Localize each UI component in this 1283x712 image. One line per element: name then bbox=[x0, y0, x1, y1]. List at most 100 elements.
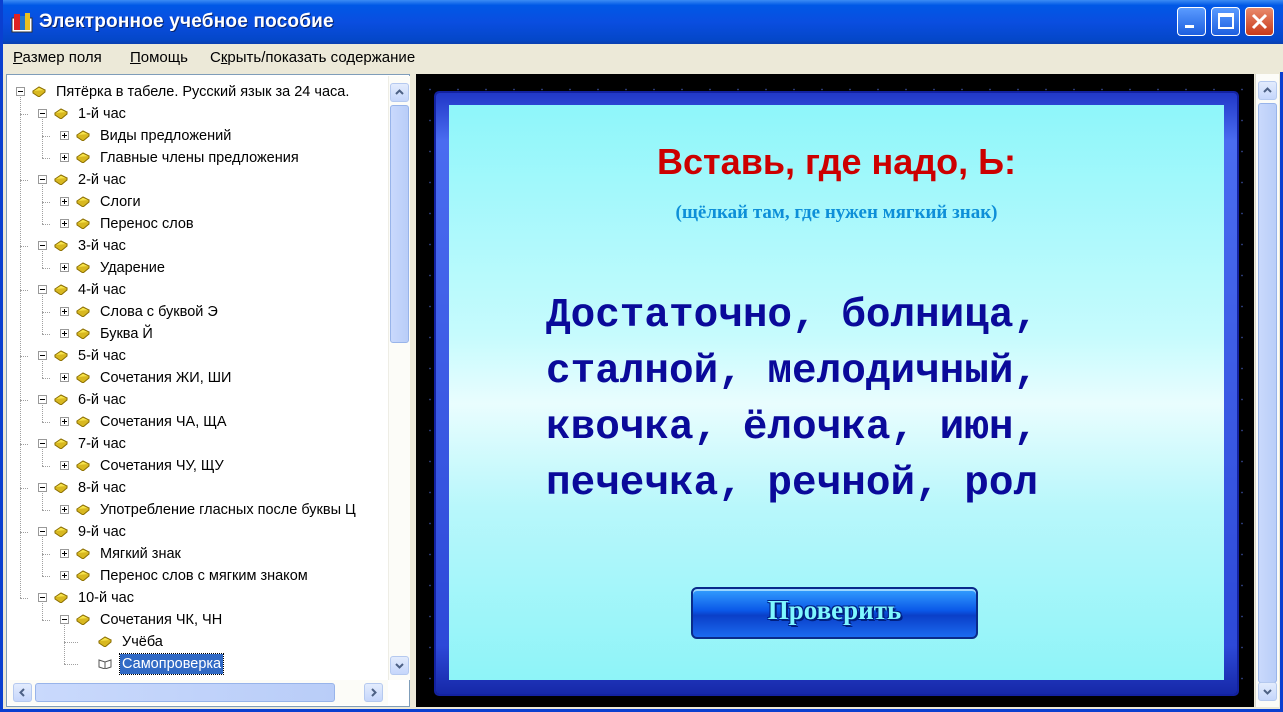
tree-connector bbox=[20, 532, 28, 533]
tree-connector bbox=[20, 488, 28, 489]
tree-horizontal-scrollbar[interactable] bbox=[8, 680, 388, 705]
expand-icon[interactable] bbox=[60, 263, 69, 272]
tree-scroll-left-button[interactable] bbox=[13, 683, 32, 702]
exercise-line[interactable]: печечка, речной, рол bbox=[546, 456, 1196, 512]
tree-item-label[interactable]: Главные члены предложения bbox=[98, 148, 301, 168]
tree-item-label[interactable]: 6-й час bbox=[76, 390, 128, 410]
expand-icon[interactable] bbox=[60, 197, 69, 206]
minimize-icon bbox=[1185, 25, 1194, 28]
content-vertical-scroll-thumb[interactable] bbox=[1258, 103, 1277, 683]
collapse-icon[interactable] bbox=[16, 87, 25, 96]
tree-connector bbox=[42, 510, 50, 511]
closed-book-icon bbox=[76, 570, 90, 581]
tree-item-label[interactable]: Самопроверка bbox=[118, 653, 225, 675]
tree-item-label[interactable]: Сочетания ЧА, ЩА bbox=[98, 412, 229, 432]
tree-scroll-down-button[interactable] bbox=[390, 656, 409, 675]
exercise-frame: Вставь, где надо, Ь: (щёлкай там, где ну… bbox=[436, 93, 1237, 694]
check-button[interactable]: Проверить bbox=[691, 587, 978, 639]
collapse-icon[interactable] bbox=[38, 527, 47, 536]
expand-icon[interactable] bbox=[60, 461, 69, 470]
menu-toggle-contents[interactable]: Скрыть/показать содержание bbox=[210, 49, 415, 66]
closed-book-icon bbox=[32, 86, 46, 97]
collapse-icon[interactable] bbox=[38, 285, 47, 294]
expand-icon[interactable] bbox=[60, 307, 69, 316]
tree-item-label[interactable]: Буква Й bbox=[98, 324, 155, 344]
title-bar[interactable]: Электронное учебное пособие bbox=[3, 0, 1283, 44]
content-scroll-up-button[interactable] bbox=[1258, 81, 1277, 100]
exercise-hint: (щёлкай там, где нужен мягкий знак) bbox=[675, 202, 998, 223]
tree-item-label[interactable]: Пятёрка в табеле. Русский язык за 24 час… bbox=[54, 82, 351, 102]
tree-item-label[interactable]: Перенос слов bbox=[98, 214, 196, 234]
tree-item-label[interactable]: Сочетания ЧУ, ЩУ bbox=[98, 456, 226, 476]
menu-field-size[interactable]: Размер поля bbox=[13, 49, 102, 66]
collapse-icon[interactable] bbox=[38, 395, 47, 404]
expand-icon[interactable] bbox=[60, 549, 69, 558]
tutorial-app-icon bbox=[11, 13, 33, 33]
content-vertical-scrollbar[interactable] bbox=[1255, 74, 1279, 707]
expand-icon[interactable] bbox=[60, 505, 69, 514]
closed-book-icon bbox=[54, 394, 68, 405]
tree-item-label[interactable]: Сочетания ЧК, ЧН bbox=[98, 610, 224, 630]
expand-icon[interactable] bbox=[60, 219, 69, 228]
tree-connector bbox=[42, 378, 50, 379]
expand-icon[interactable] bbox=[60, 153, 69, 162]
tree-item-label[interactable]: 3-й час bbox=[76, 236, 128, 256]
closed-book-icon bbox=[76, 152, 90, 163]
collapse-icon[interactable] bbox=[38, 351, 47, 360]
closed-book-icon bbox=[76, 262, 90, 273]
tree-item-label[interactable]: 7-й час bbox=[76, 434, 128, 454]
expand-icon[interactable] bbox=[60, 131, 69, 140]
tree-item-label[interactable]: Слоги bbox=[98, 192, 143, 212]
tree-item-label[interactable]: Употребление гласных после буквы Ц bbox=[98, 500, 358, 520]
tree-connector bbox=[64, 664, 78, 665]
collapse-icon[interactable] bbox=[38, 593, 47, 602]
tree-item-label[interactable]: Ударение bbox=[98, 258, 167, 278]
tree-connector bbox=[20, 97, 21, 598]
exercise-line[interactable]: Достаточно, болница, bbox=[546, 288, 1196, 344]
maximize-button[interactable] bbox=[1211, 7, 1240, 36]
menu-toggle-contents-label: Скрыть/показать содержание bbox=[210, 49, 416, 66]
tree-item-label[interactable]: Сочетания ЖИ, ШИ bbox=[98, 368, 233, 388]
collapse-icon[interactable] bbox=[38, 439, 47, 448]
expand-icon[interactable] bbox=[60, 329, 69, 338]
minimize-button[interactable] bbox=[1177, 7, 1206, 36]
tree-item-label[interactable]: Мягкий знак bbox=[98, 544, 183, 564]
exercise-words[interactable]: Достаточно, болница, сталной, мелодичный… bbox=[546, 288, 1196, 512]
collapse-icon[interactable] bbox=[38, 241, 47, 250]
tree-scroll-right-button[interactable] bbox=[364, 683, 383, 702]
expand-icon[interactable] bbox=[60, 417, 69, 426]
tree-item-label[interactable]: Виды предложений bbox=[98, 126, 233, 146]
menu-help[interactable]: Помощь bbox=[130, 49, 188, 66]
expand-icon[interactable] bbox=[60, 571, 69, 580]
exercise-line[interactable]: сталной, мелодичный, bbox=[546, 344, 1196, 400]
tree-vertical-scrollbar[interactable] bbox=[388, 76, 410, 680]
collapse-icon[interactable] bbox=[38, 109, 47, 118]
tree-item-label[interactable]: Учёба bbox=[120, 632, 165, 652]
tree-item-label[interactable]: 8-й час bbox=[76, 478, 128, 498]
tree-item-label[interactable]: 2-й час bbox=[76, 170, 128, 190]
collapse-icon[interactable] bbox=[60, 615, 69, 624]
tree-item-label[interactable]: 9-й час bbox=[76, 522, 128, 542]
tree-connector bbox=[42, 537, 43, 576]
tree-item-label[interactable]: 1-й час bbox=[76, 104, 128, 124]
tree-item-label[interactable]: 5-й час bbox=[76, 346, 128, 366]
close-button[interactable] bbox=[1245, 7, 1274, 36]
exercise-line[interactable]: квочка, ёлочка, июн, bbox=[546, 400, 1196, 456]
collapse-icon[interactable] bbox=[38, 175, 47, 184]
tree-connector bbox=[42, 361, 43, 378]
contents-tree[interactable]: Пятёрка в табеле. Русский язык за 24 час… bbox=[8, 76, 388, 680]
tree-item-label[interactable]: Слова с буквой Э bbox=[98, 302, 220, 322]
tree-connector bbox=[20, 114, 28, 115]
collapse-icon[interactable] bbox=[38, 483, 47, 492]
tree-connector bbox=[42, 493, 43, 510]
content-scroll-down-button[interactable] bbox=[1258, 682, 1277, 701]
tree-item-label[interactable]: Перенос слов с мягким знаком bbox=[98, 566, 310, 586]
tree-item-label[interactable]: 4-й час bbox=[76, 280, 128, 300]
tree-connector bbox=[42, 576, 50, 577]
tree-item-label[interactable]: 10-й час bbox=[76, 588, 136, 608]
expand-icon[interactable] bbox=[60, 373, 69, 382]
chevron-up-icon bbox=[395, 89, 404, 95]
tree-horizontal-scroll-thumb[interactable] bbox=[35, 683, 335, 702]
tree-vertical-scroll-thumb[interactable] bbox=[390, 105, 409, 343]
tree-scroll-up-button[interactable] bbox=[390, 83, 409, 102]
